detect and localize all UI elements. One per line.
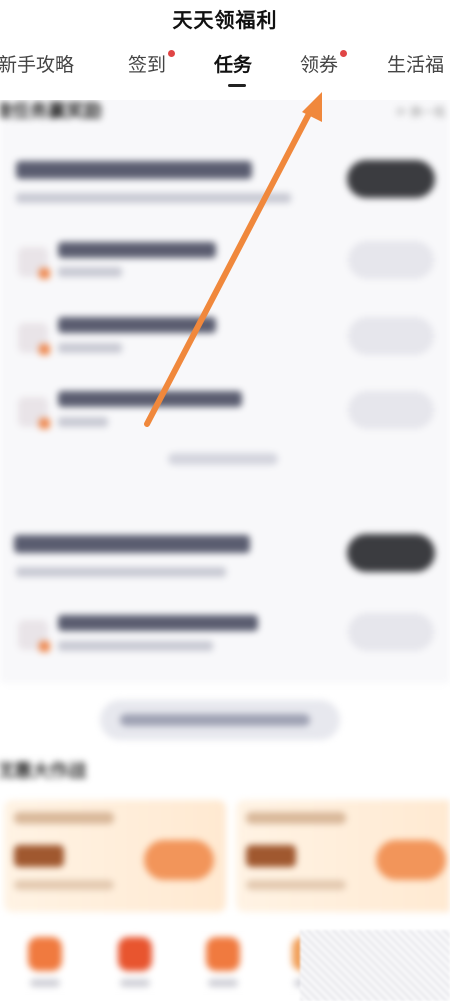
arrow-shaft [144,105,315,427]
annotation-arrow [144,92,322,427]
